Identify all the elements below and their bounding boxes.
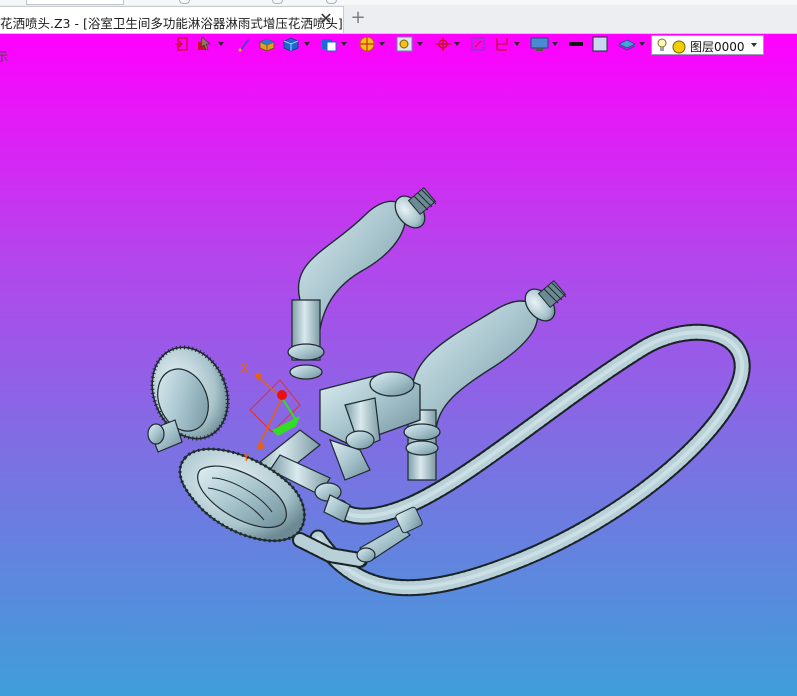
layer-name: 图层0000 (690, 40, 745, 54)
title-strip (0, 0, 797, 5)
quick-search-field[interactable] (26, 0, 124, 5)
x-axis-label: X (240, 362, 249, 377)
new-tab-button[interactable]: + (349, 8, 367, 28)
3d-viewport[interactable]: 示 X Y (0, 34, 797, 696)
history-icon[interactable] (179, 0, 190, 4)
view-cube-icon[interactable] (320, 36, 338, 54)
box-icon[interactable] (258, 36, 276, 54)
frame-icon[interactable] (470, 36, 486, 54)
pan-rotate-icon[interactable] (434, 36, 452, 54)
render-mode-icon[interactable] (358, 36, 376, 54)
wall-mount-disc[interactable] (139, 336, 241, 453)
left-valve-handle[interactable] (287, 186, 437, 380)
close-icon[interactable]: ✕ (318, 10, 334, 28)
triad-origin[interactable] (277, 390, 287, 400)
layer-dropdown[interactable]: 图层0000 (651, 35, 764, 55)
zoom-icon[interactable] (396, 36, 414, 54)
shower-faucet-model[interactable]: X Y (0, 34, 797, 696)
pick-filter-icon[interactable] (196, 36, 214, 54)
bulb-icon[interactable] (657, 38, 667, 57)
chevron-down-icon[interactable] (751, 43, 757, 47)
pen-icon[interactable] (238, 36, 250, 54)
help-icon[interactable] (326, 0, 337, 4)
tab-bar: 花洒喷头.Z3 - [浴室卫生间多功能淋浴器淋雨式增压花洒喷头] ✕ + (0, 0, 797, 34)
layer-stack-icon[interactable] (618, 36, 636, 54)
face-color-icon[interactable] (592, 36, 608, 54)
document-tab[interactable]: 花洒喷头.Z3 - [浴室卫生间多功能淋浴器淋雨式增压花洒喷头] ✕ (0, 6, 344, 33)
display-icon[interactable] (530, 36, 550, 54)
line-color-icon[interactable] (568, 36, 584, 54)
layer-color-dot[interactable] (672, 39, 686, 58)
y-axis-label: Y (242, 451, 250, 464)
gear-icon[interactable] (272, 0, 283, 4)
view-toolbar: 图层0000 (168, 34, 768, 56)
document-tab-title: 花洒喷头.Z3 - [浴室卫生间多功能淋浴器淋雨式增压花洒喷头] (0, 16, 343, 31)
section-icon[interactable] (494, 36, 510, 54)
exit-icon[interactable] (174, 36, 188, 54)
cube-icon[interactable] (282, 36, 300, 54)
